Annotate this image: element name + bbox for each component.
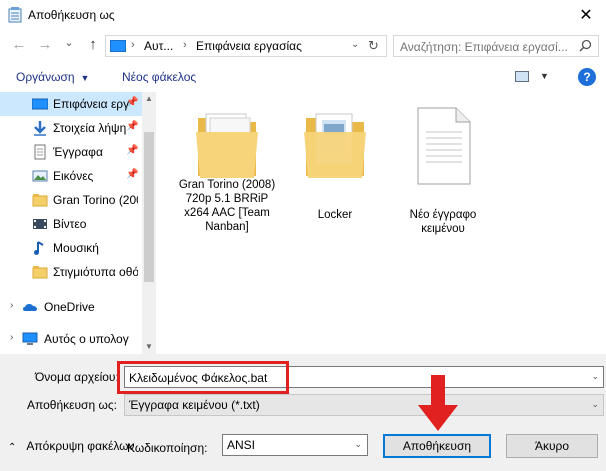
sidebar-item-onedrive[interactable]: › OneDrive [0,295,142,319]
pin-icon: 📌 [126,169,139,180]
sidebar-item-downloads[interactable]: Στοιχεία λήψη 📌 [0,116,142,140]
sidebar-item-this-pc[interactable]: › Αυτός ο υπολογι [0,327,142,351]
text-document-icon [417,107,471,185]
search-input[interactable] [400,39,575,54]
scroll-down-icon[interactable]: ▼ [145,342,153,351]
folder-icon [304,113,366,178]
sidebar-item-music[interactable]: Μουσική [0,236,142,260]
up-button[interactable]: ↑ [84,36,102,54]
sidebar-item-label: Μουσική [53,241,99,255]
sidebar-scrollbar[interactable]: ▲ ▼ [142,92,156,354]
save-form-panel: Όνομα αρχείου: ⌄ Αποθήκευση ως: Έγγραφα … [0,354,606,471]
caret-down-icon[interactable]: ▼ [540,71,549,81]
file-item-new-text-document[interactable]: Νέο έγγραφο κειμένου [388,100,498,240]
sidebar-item-label: Αυτός ο υπολογι [44,332,129,346]
sidebar-item-pictures[interactable]: Εικόνες 📌 [0,164,142,188]
chevron-down-icon[interactable]: ⌄ [351,39,359,50]
chevron-down-icon: ⌄ [354,439,362,449]
sidebar-item-screenshots[interactable]: Στιγμιότυπα οθό [0,260,142,284]
back-button[interactable]: ← [10,36,28,54]
command-toolbar: Οργάνωση ▼ Νέος φάκελος ▼ ? [0,62,606,92]
new-folder-button[interactable]: Νέος φάκελος [122,70,196,84]
window-title: Αποθήκευση ως [28,8,115,22]
breadcrumb-item[interactable]: Επιφάνεια εργασίας [196,39,302,53]
onedrive-icon [23,304,37,311]
folder-icon [196,113,258,178]
title-bar: Αποθήκευση ως ✕ [0,0,606,30]
recent-locations-button[interactable]: ⌄ [60,34,78,52]
pin-icon: 📌 [126,145,139,156]
pictures-icon [32,170,48,182]
file-list-view: Gran Torino (2008) 720p 5.1 BRRiP x264 A… [156,92,606,354]
file-name-label: Gran Torino (2008) 720p 5.1 BRRiP x264 A… [178,179,276,233]
hide-folders-label: Απόκρυψη φακέλων [26,439,135,453]
file-name-label: Νέο έγγραφο κειμένου [409,209,477,235]
file-name-label: Locker [317,209,353,221]
chevron-down-icon[interactable]: ⌄ [591,371,599,382]
search-icon [579,39,592,52]
folder-icon [32,266,48,279]
savetype-value: Έγγραφα κειμένου (*.txt) [129,398,260,412]
savetype-select[interactable]: Έγγραφα κειμένου (*.txt) ⌄ [124,394,604,416]
music-icon [34,241,44,255]
scrollbar-thumb[interactable] [144,132,154,282]
breadcrumb-item[interactable]: Αυτ... [144,39,173,53]
filename-label: Όνομα αρχείου: [35,370,119,384]
view-mode-icon[interactable] [515,71,529,82]
computer-icon [110,40,126,52]
sidebar-item-label: Βίντεο [53,217,87,231]
breadcrumb-separator: › [131,39,135,51]
help-button[interactable]: ? [578,68,596,86]
organize-button[interactable]: Οργάνωση ▼ [16,70,89,84]
hide-folders-button[interactable]: ⌃ Απόκρυψη φακέλων [8,439,135,453]
notepad-icon [8,7,22,23]
search-box[interactable] [393,35,599,57]
download-icon [34,121,46,136]
sidebar-item-label: Gran Torino (200 [53,193,138,207]
scroll-up-icon[interactable]: ▲ [145,94,153,103]
red-arrow-icon [418,375,458,431]
navigation-bar: ← → ⌄ ↑ › Αυτ... › Επιφάνεια εργασίας ⌄ … [0,30,606,62]
file-item-gran-torino[interactable]: Gran Torino (2008) 720p 5.1 BRRiP x264 A… [172,100,282,270]
videos-icon [33,219,47,229]
file-item-locker[interactable]: Locker [280,100,390,221]
breadcrumb-separator: › [183,39,187,51]
folder-icon [32,194,48,207]
caret-down-icon: ▼ [80,73,90,83]
cancel-button[interactable]: Άκυρο [506,434,598,458]
sidebar-item-videos[interactable]: Βίντεο [0,212,142,236]
encoding-value: ANSI [227,438,256,452]
documents-icon [34,144,46,160]
desktop-icon [32,98,48,110]
highlight-box [117,361,289,394]
chevron-up-icon: ⌃ [8,442,17,453]
chevron-down-icon: ⌄ [591,399,599,409]
chevron-right-icon[interactable]: › [10,300,13,311]
forward-button[interactable]: → [36,36,54,54]
close-button[interactable]: ✕ [566,0,606,30]
sidebar-item-label: OneDrive [44,300,95,314]
sidebar-item-gran-torino[interactable]: Gran Torino (200 [0,188,142,212]
close-icon: ✕ [579,7,593,24]
computer-icon [22,332,38,345]
chevron-right-icon[interactable]: › [10,332,13,343]
sidebar-item-desktop[interactable]: Επιφάνεια εργ 📌 [0,92,142,116]
savetype-label: Αποθήκευση ως: [27,398,117,412]
navigation-pane: Επιφάνεια εργ 📌 Στοιχεία λήψη 📌 Έγγραφα … [0,92,156,354]
encoding-label: Κωδικοποίηση: [127,441,208,455]
pin-icon: 📌 [126,97,139,108]
address-bar[interactable]: › Αυτ... › Επιφάνεια εργασίας ⌄ ↻ [105,35,387,57]
save-button[interactable]: Αποθήκευση [383,434,491,458]
refresh-icon[interactable]: ↻ [368,38,379,54]
organize-label: Οργάνωση [16,70,75,84]
sidebar-item-label: Στιγμιότυπα οθό [53,265,138,279]
pin-icon: 📌 [126,121,139,132]
sidebar-item-documents[interactable]: Έγγραφα 📌 [0,140,142,164]
encoding-select[interactable]: ANSI ⌄ [222,434,368,456]
